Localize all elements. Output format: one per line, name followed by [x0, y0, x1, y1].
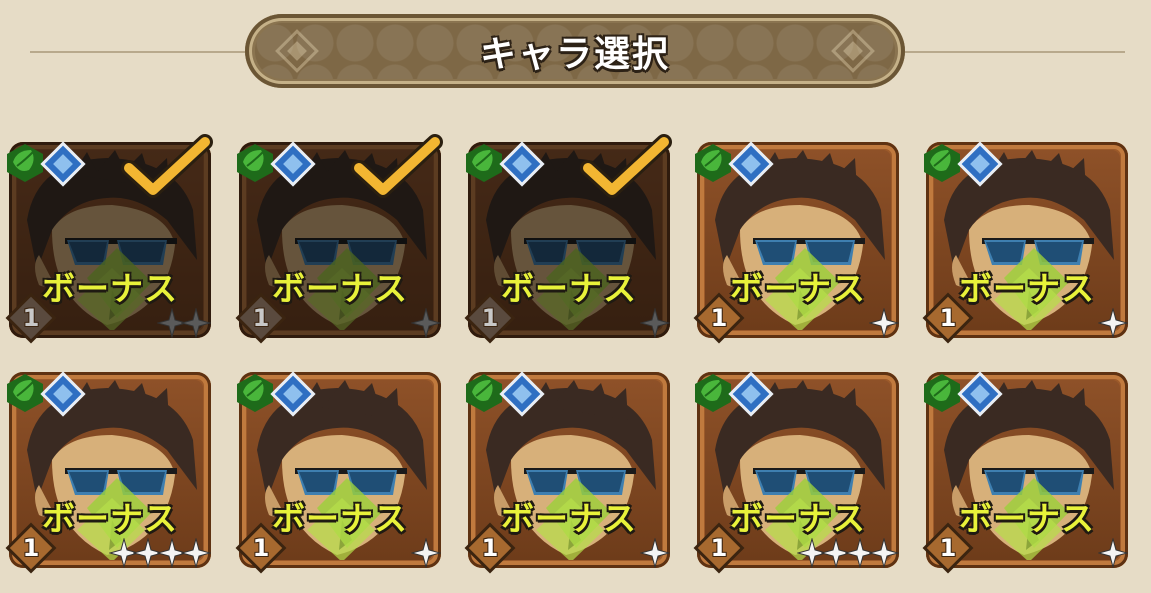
- star-icon: [639, 537, 671, 569]
- level-value: 1: [710, 304, 728, 332]
- character-card[interactable]: ボーナス 1: [462, 362, 676, 574]
- star-icon: [868, 307, 900, 339]
- star-rating: [639, 307, 671, 339]
- character-card[interactable]: ボーナス 1: [3, 362, 217, 574]
- character-card[interactable]: ボーナス 1: [920, 362, 1134, 574]
- level-value: 1: [22, 304, 40, 332]
- checkmark-icon: [578, 132, 674, 204]
- star-rating: [639, 537, 671, 569]
- header-divider-left: [30, 51, 250, 53]
- star-rating: [1097, 307, 1129, 339]
- star-rating: [1097, 537, 1129, 569]
- level-value: 1: [481, 534, 499, 562]
- star-icon: [180, 307, 212, 339]
- star-rating: [796, 537, 900, 569]
- blue-diamond-rarity-icon: [956, 140, 1004, 188]
- blue-diamond-rarity-icon: [498, 140, 546, 188]
- character-card[interactable]: ボーナス 1: [233, 362, 447, 574]
- character-card[interactable]: ボーナス 1: [920, 132, 1134, 344]
- character-card[interactable]: ボーナス 1: [462, 132, 676, 344]
- star-rating: [410, 537, 442, 569]
- blue-diamond-rarity-icon: [39, 140, 87, 188]
- star-icon: [410, 307, 442, 339]
- character-card[interactable]: ボーナス 1: [691, 132, 905, 344]
- star-rating: [156, 307, 212, 339]
- character-card[interactable]: ボーナス 1: [233, 132, 447, 344]
- character-card[interactable]: ボーナス 1: [691, 362, 905, 574]
- star-rating: [868, 307, 900, 339]
- blue-diamond-rarity-icon: [269, 140, 317, 188]
- blue-diamond-rarity-icon: [727, 140, 775, 188]
- star-icon: [1097, 537, 1129, 569]
- character-card[interactable]: ボーナス 1: [3, 132, 217, 344]
- star-icon: [868, 537, 900, 569]
- blue-diamond-rarity-icon: [498, 370, 546, 418]
- blue-diamond-rarity-icon: [269, 370, 317, 418]
- level-value: 1: [710, 534, 728, 562]
- level-value: 1: [252, 304, 270, 332]
- level-value: 1: [939, 534, 957, 562]
- star-icon: [410, 537, 442, 569]
- title-banner: キャラ選択: [245, 14, 905, 88]
- checkmark-icon: [349, 132, 445, 204]
- blue-diamond-rarity-icon: [727, 370, 775, 418]
- page-title: キャラ選択: [479, 34, 670, 75]
- checkmark-icon: [119, 132, 215, 204]
- header-divider-right: [900, 51, 1125, 53]
- star-icon: [180, 537, 212, 569]
- level-value: 1: [22, 534, 40, 562]
- blue-diamond-rarity-icon: [39, 370, 87, 418]
- blue-diamond-rarity-icon: [956, 370, 1004, 418]
- star-icon: [1097, 307, 1129, 339]
- star-icon: [639, 307, 671, 339]
- star-rating: [108, 537, 212, 569]
- level-value: 1: [939, 304, 957, 332]
- star-rating: [410, 307, 442, 339]
- level-value: 1: [481, 304, 499, 332]
- level-value: 1: [252, 534, 270, 562]
